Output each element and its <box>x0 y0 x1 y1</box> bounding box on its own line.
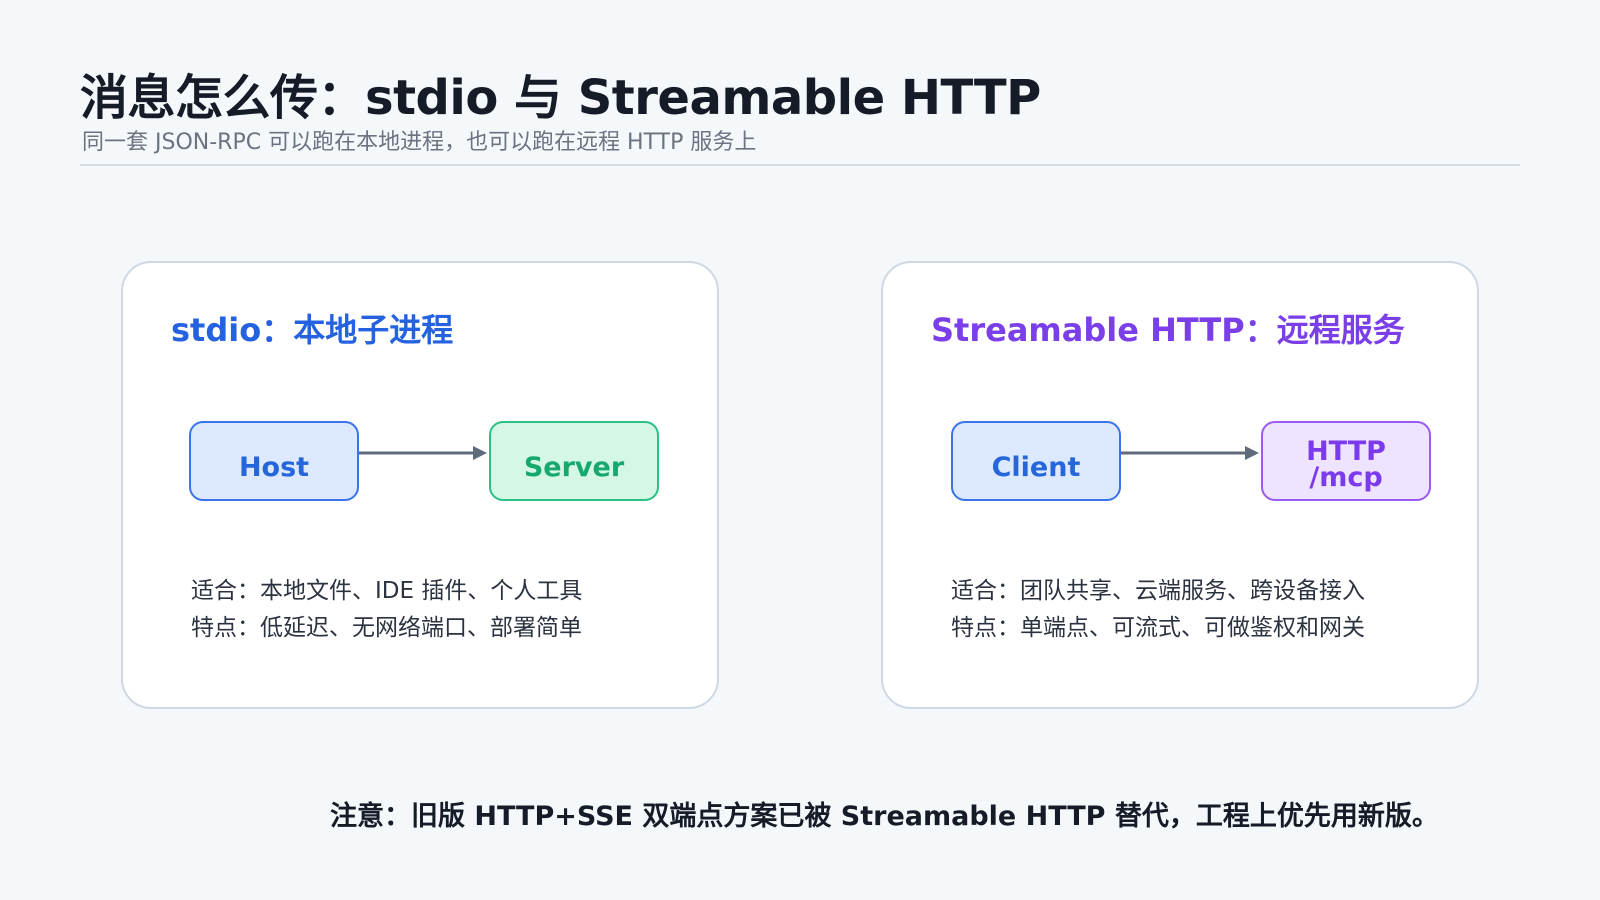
http-panel: Streamable HTTP：远程服务 Client HTTP /mcp 适合… <box>881 261 1479 709</box>
stdio-panel: stdio：本地子进程 Host Server 适合：本地文件、IDE 插件、个… <box>121 261 719 709</box>
server-node: Server <box>489 421 659 501</box>
http-description: 适合：团队共享、云端服务、跨设备接入 特点：单端点、可流式、可做鉴权和网关 <box>951 573 1365 647</box>
page-title: 消息怎么传：stdio 与 Streamable HTTP <box>80 70 1041 126</box>
stdio-description: 适合：本地文件、IDE 插件、个人工具 特点：低延迟、无网络端口、部署简单 <box>191 573 582 647</box>
client-node: Client <box>951 421 1121 501</box>
host-node: Host <box>189 421 359 501</box>
page-subtitle: 同一套 JSON-RPC 可以跑在本地进程，也可以跑在远程 HTTP 服务上 <box>82 130 757 155</box>
http-suitable-line: 适合：团队共享、云端服务、跨设备接入 <box>951 578 1365 604</box>
stdio-suitable-line: 适合：本地文件、IDE 插件、个人工具 <box>191 578 583 604</box>
header-divider <box>80 164 1520 166</box>
footer-note: 注意：旧版 HTTP+SSE 双端点方案已被 Streamable HTTP 替… <box>330 801 1439 832</box>
mcp-path-label: /mcp <box>1309 462 1383 493</box>
http-mcp-node: HTTP /mcp <box>1261 421 1431 501</box>
stdio-features-line: 特点：低延迟、无网络端口、部署简单 <box>191 615 582 641</box>
client-node-label: Client <box>991 452 1081 483</box>
server-node-label: Server <box>523 452 625 483</box>
host-node-label: Host <box>238 452 310 483</box>
http-features-line: 特点：单端点、可流式、可做鉴权和网关 <box>951 615 1365 641</box>
